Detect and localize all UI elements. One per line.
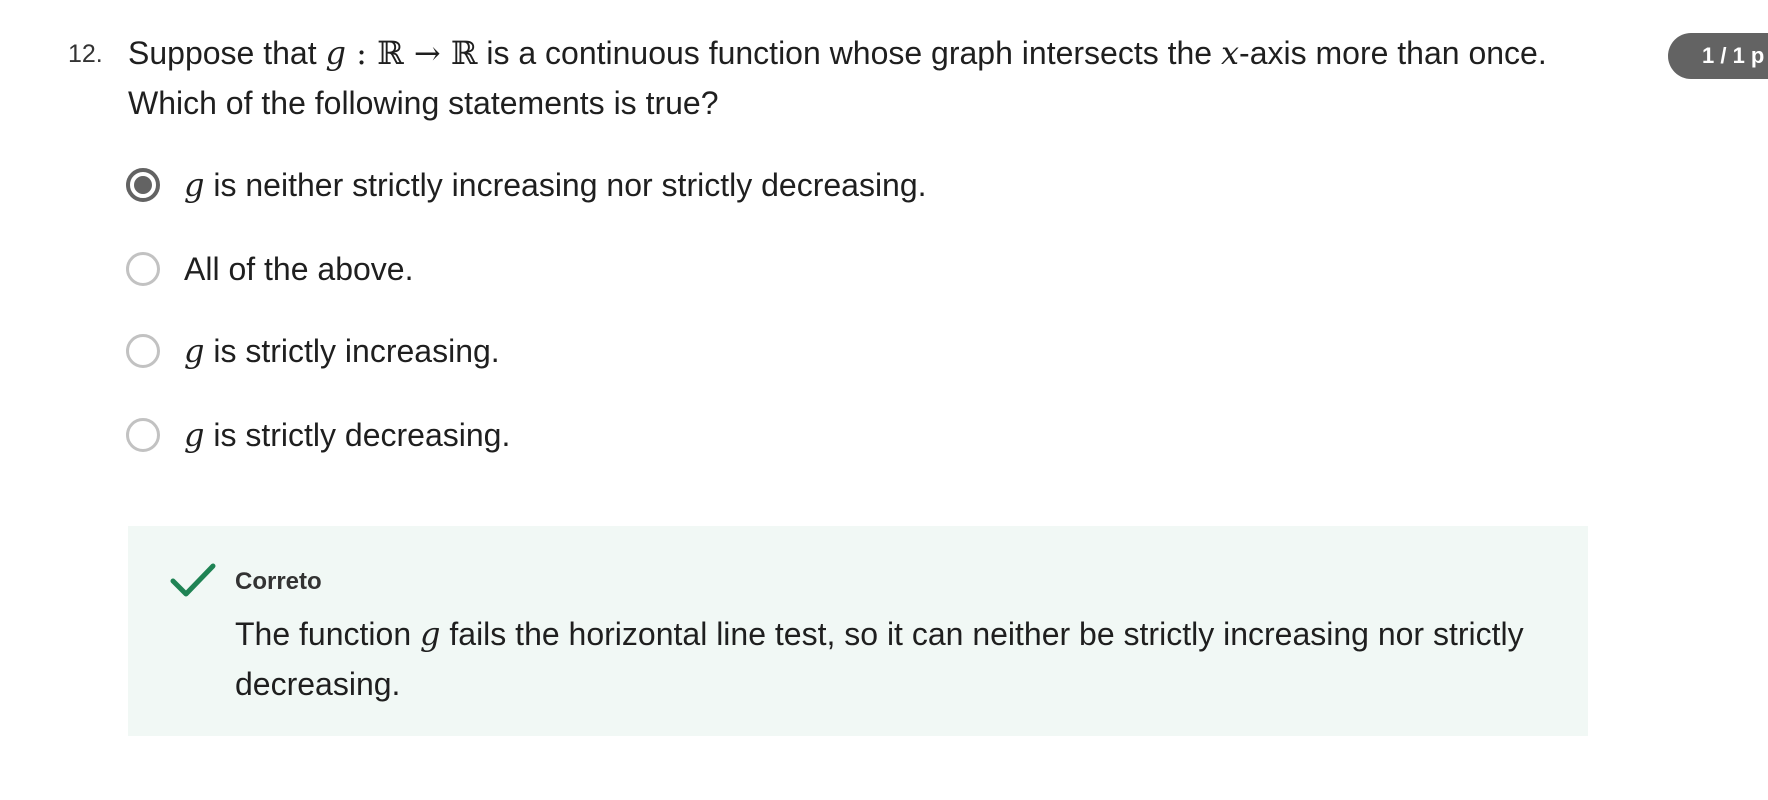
math-g: g <box>325 34 346 72</box>
math-mapping: : ℝ → ℝ <box>345 34 478 72</box>
radio-button[interactable] <box>126 418 160 452</box>
question-number: 12. <box>68 40 103 68</box>
option-label: g is neither strictly increasing nor str… <box>184 166 927 204</box>
radio-button[interactable] <box>126 334 160 368</box>
option-all-of-the-above[interactable]: All of the above. <box>126 244 1126 294</box>
radio-button-selected[interactable] <box>126 168 160 202</box>
option-strictly-decreasing[interactable]: g is strictly decreasing. <box>126 410 1126 460</box>
feedback-title: Correto <box>235 568 322 595</box>
option-label: All of the above. <box>184 251 414 287</box>
question-text: Suppose that g : ℝ → ℝ is a continuous f… <box>128 34 1547 121</box>
radio-button[interactable] <box>126 252 160 286</box>
feedback-text: The function g fails the horizontal line… <box>235 615 1524 702</box>
option-strictly-increasing[interactable]: g is strictly increasing. <box>126 326 1126 376</box>
option-label: g is strictly decreasing. <box>184 416 511 454</box>
checkmark-icon <box>170 563 216 597</box>
math-x: x <box>1220 34 1240 72</box>
points-badge: 1 / 1 p <box>1668 33 1768 79</box>
math-g: g <box>420 615 441 653</box>
feedback-panel: Correto The function g fails the horizon… <box>128 526 1588 736</box>
option-neither[interactable]: g is neither strictly increasing nor str… <box>126 160 1126 210</box>
option-label: g is strictly increasing. <box>184 332 500 370</box>
